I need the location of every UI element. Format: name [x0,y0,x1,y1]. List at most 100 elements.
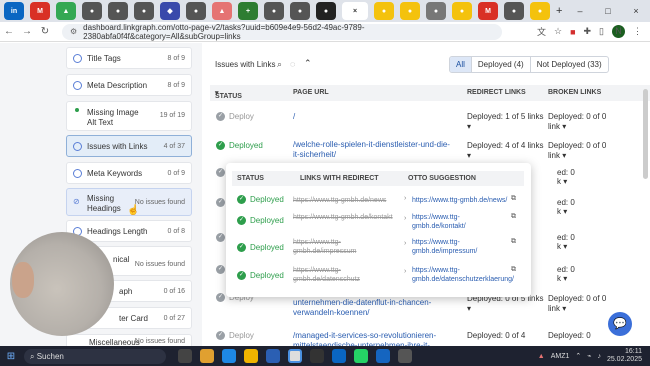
filter-deployed[interactable]: Deployed (4) [470,57,530,72]
volume-icon[interactable]: ♪ [597,353,601,360]
filter-all[interactable]: All [450,57,471,72]
copy-icon[interactable]: ⧉ [511,266,516,274]
tab-site[interactable]: ● [290,2,310,20]
search-icon[interactable]: ⌕ [277,59,282,70]
minimize-button[interactable]: – [566,0,594,22]
site-info-icon[interactable]: ⚙ [70,27,77,36]
broken-links-dropdown[interactable]: Deployed: 0 of 0 link ▾ [548,141,608,161]
tab-site[interactable]: M [478,2,498,20]
menu-dots-icon[interactable]: ⋮ [633,26,642,37]
deployed-status[interactable]: ✓ Deployed [237,195,284,204]
suggested-link[interactable]: https://www.ttg-gmbh.de/impressum/ [412,238,508,256]
copy-icon[interactable]: ⧉ [511,213,516,221]
suggested-link[interactable]: https://www.ttg-gmbh.de/kontakt/ [412,213,508,231]
status-filter: All Deployed (4) Not Deployed (33) [449,56,609,73]
chat-support-button[interactable]: 💬 [608,312,632,336]
tab-site[interactable]: ● [504,2,524,20]
sidebar-item-missing-image-alt[interactable]: Missing Image Alt Text 19 of 19 [66,101,192,131]
tab-linkedin[interactable]: in [4,2,24,20]
sidebar-item-meta-description[interactable]: Meta Description 8 of 9 [66,74,192,96]
chrome-icon[interactable] [288,349,302,363]
filter-not-deployed[interactable]: Not Deployed (33) [529,57,608,72]
tab-site[interactable]: ● [108,2,128,20]
outlook-icon[interactable] [332,349,346,363]
new-tab-button[interactable]: + [556,5,562,17]
bookmark-star-icon[interactable]: ☆ [554,26,562,37]
mail-icon[interactable] [266,349,280,363]
deployed-status[interactable]: ✓ Deployed [216,141,263,150]
network-icon[interactable]: ⌁ [587,352,591,360]
tab-site[interactable]: + [238,2,258,20]
maximize-button[interactable]: □ [594,0,622,22]
clock[interactable]: 16:11 25.02.2025 [607,348,642,364]
tab-gmail[interactable]: M [30,2,50,20]
tab-site[interactable]: ● [374,2,394,20]
page-url-link[interactable]: /welche-rolle-spielen-it-dienstleister-u… [293,140,453,160]
tab-site[interactable]: ● [452,2,472,20]
forward-arrow-icon[interactable]: → [18,26,36,37]
tab-site[interactable]: ▲ [212,2,232,20]
tab-site[interactable]: ● [530,2,550,20]
page-url-link[interactable]: unternehmen-die-datenflut-in-chancen-ver… [293,298,453,318]
taskbar-search[interactable]: ⌕ Suchen [24,348,166,364]
suggested-link[interactable]: https://www.ttg-gmbh.de/datenschutzerkla… [412,266,514,284]
tab-site[interactable]: ● [264,2,284,20]
tab-site[interactable]: ● [186,2,206,20]
deployed-status[interactable]: ✓ Deployed [237,243,284,252]
tab-site[interactable]: ● [400,2,420,20]
app-icon[interactable] [376,349,390,363]
translate-icon[interactable]: 文 [537,25,546,38]
whatsapp-icon[interactable] [354,349,368,363]
broken-links-dropdown[interactable]: Deployed: 0 of 0 link ▾ [548,294,608,314]
tab-site[interactable]: ● [82,2,102,20]
section-title: Issues with Links [215,60,276,69]
tab-site[interactable]: ◆ [160,2,180,20]
column-status[interactable]: STATUS ▾ [215,89,242,100]
copy-icon[interactable]: ⧉ [511,195,516,203]
chevron-up-icon[interactable]: ⌃ [304,58,312,69]
copilot-icon[interactable] [200,349,214,363]
deploy-button[interactable]: ✓ Deploy [216,331,254,340]
url-field[interactable]: ⚙ dashboard.linkgraph.com/otto-page-v2/t… [62,23,502,41]
tab-site[interactable]: ● [316,2,336,20]
windows-start-icon[interactable]: ⊞ [0,351,22,362]
app-icon[interactable] [310,349,324,363]
redirect-links-dropdown[interactable]: Deployed: 0 of 5 links ▾ [467,294,545,314]
page-url-link[interactable]: / [293,112,453,122]
table-row: ✓ Deploy / Deployed: 1 of 5 links ▾ Deplo… [210,109,650,135]
sidebar-icon[interactable]: ▯ [599,26,604,37]
page-scrollbar[interactable] [643,89,648,179]
broken-links-dropdown[interactable]: Deployed: 0 of 0 link ▾ [548,112,608,132]
sidebar-item-meta-keywords[interactable]: Meta Keywords 0 of 9 [66,162,192,184]
extension-icon[interactable]: ■ [570,27,575,37]
edge-icon[interactable] [222,349,236,363]
close-window-button[interactable]: × [622,0,650,22]
sidebar-item-title-tags[interactable]: Title Tags 8 of 9 [66,47,192,69]
deployed-status[interactable]: ✓ Deployed [237,216,284,225]
suggested-link[interactable]: https://www.ttg-gmbh.de/news/ [412,196,508,205]
mouse-cursor-icon: ☝ [127,205,140,216]
sidebar-item-missing-headings[interactable]: ⊘ Missing Headings No issues found ☝ [66,188,192,216]
redirect-links-dropdown[interactable]: Deployed: 4 of 4 links ▾ [467,141,545,161]
broken-links-dropdown[interactable]: Deployed: 0 [548,331,608,341]
sidebar-item-issues-with-links[interactable]: Issues with Links 4 of 37 [66,135,192,157]
deploy-button[interactable]: ✓ Deploy [216,112,254,121]
tray-overflow-icon[interactable]: ⌃ [575,352,581,360]
deployed-status[interactable]: ✓ Deployed [237,271,284,280]
task-view-icon[interactable] [178,349,192,363]
explorer-icon[interactable] [244,349,258,363]
redirect-links-dropdown[interactable]: Deployed: 0 of 4 [467,331,545,341]
app-icon[interactable] [398,349,412,363]
back-arrow-icon[interactable]: ← [0,26,18,37]
tab-site[interactable]: ● [426,2,446,20]
redirect-links-dropdown[interactable]: Deployed: 1 of 5 links ▾ [467,112,545,132]
tab-drive[interactable]: ▲ [56,2,76,20]
copy-icon[interactable]: ⧉ [511,238,516,246]
tab-close-icon[interactable]: × [353,8,357,15]
profile-avatar[interactable]: N [612,25,625,38]
reload-icon[interactable]: ↻ [36,26,54,37]
tab-site[interactable]: ● [134,2,154,20]
tab-active[interactable]: × [342,2,368,20]
column-broken-links: BROKEN LINKS [548,89,602,96]
extensions-puzzle-icon[interactable]: ✚ [584,26,592,37]
